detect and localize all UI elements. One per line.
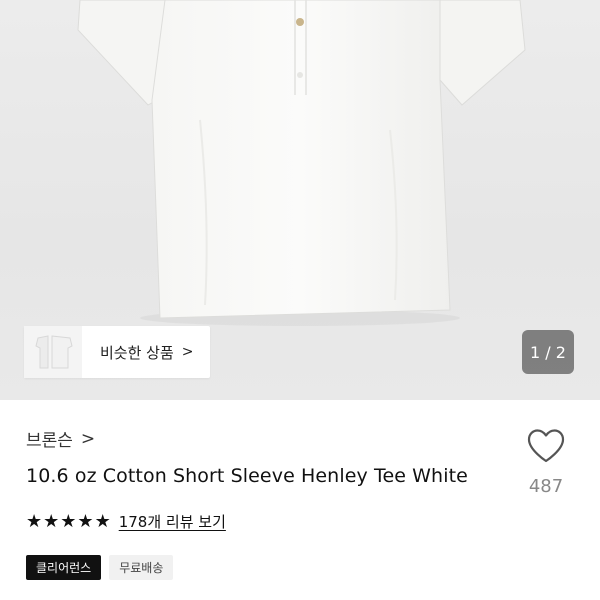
heart-icon[interactable] xyxy=(526,428,566,464)
chevron-right-icon: > xyxy=(80,428,96,449)
similar-products-label: 비슷한 상품 xyxy=(100,343,174,362)
star-icon: ★ xyxy=(60,510,77,532)
view-reviews-link[interactable]: 178개 리뷰 보기 xyxy=(119,511,226,532)
star-icon: ★ xyxy=(77,510,94,532)
rating-stars: ★ ★ ★ ★ ★ xyxy=(26,510,111,532)
brand-name: 브론슨 xyxy=(26,431,73,451)
wishlist-count: 487 xyxy=(528,476,564,497)
wishlist-button[interactable]: 487 xyxy=(516,428,576,497)
star-icon: ★ xyxy=(26,510,43,532)
product-title: 10.6 oz Cotton Short Sleeve Henley Tee W… xyxy=(26,465,468,487)
star-icon: ★ xyxy=(94,510,111,532)
badge-row: 클리어런스 무료배송 xyxy=(26,555,174,580)
star-icon: ★ xyxy=(43,510,60,532)
free-shipping-badge: 무료배송 xyxy=(109,555,174,580)
brand-link[interactable]: 브론슨 > xyxy=(26,426,96,452)
chevron-right-icon: > xyxy=(181,344,194,360)
rating-row: ★ ★ ★ ★ ★ 178개 리뷰 보기 xyxy=(26,511,226,532)
similar-products-button[interactable]: 비슷한 상품 > xyxy=(24,326,210,378)
product-image[interactable]: 비슷한 상품 > 1 / 2 xyxy=(0,0,600,400)
clearance-badge: 클리어런스 xyxy=(26,555,102,580)
similar-thumbnail xyxy=(24,326,82,378)
image-page-indicator: 1 / 2 xyxy=(522,330,574,374)
